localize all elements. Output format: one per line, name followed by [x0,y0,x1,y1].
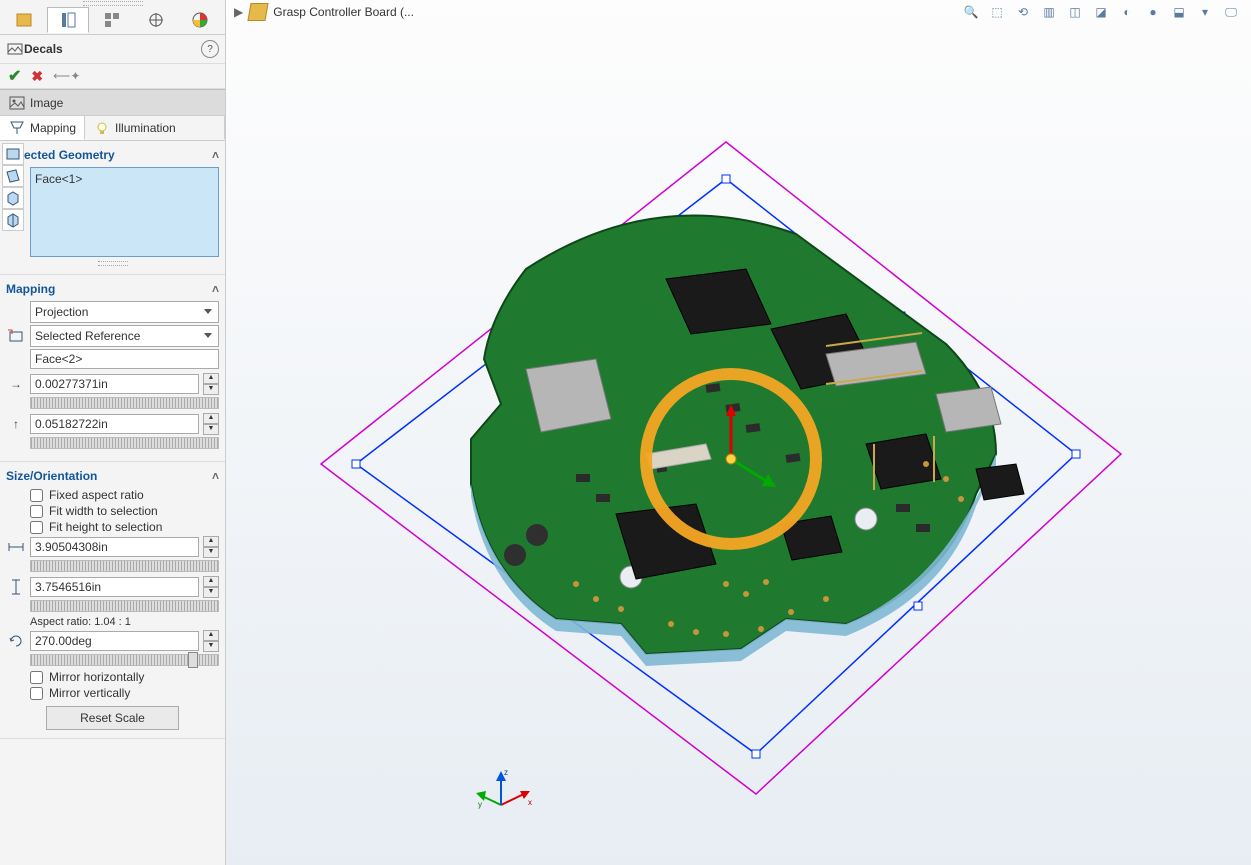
mirror-v-checkbox[interactable] [30,687,43,700]
breadcrumb-expand-icon[interactable]: ▶ [234,5,243,19]
filter-face-icon[interactable] [2,143,24,165]
display-style-icon[interactable]: ◪ [1091,2,1111,22]
y-offset-slider[interactable] [30,437,219,449]
filter-body-icon[interactable] [2,187,24,209]
zoom-to-fit-icon[interactable]: 🔍 [961,2,981,22]
y-offset-input[interactable]: 0.05182722in [30,414,199,434]
breadcrumb-part-name[interactable]: Grasp Controller Board (... [273,5,414,19]
mapping-subtab[interactable]: Mapping [0,116,85,140]
width-slider[interactable] [30,560,219,572]
configuration-manager-tab[interactable] [91,7,133,33]
mapping-title: Mapping [6,282,55,296]
reset-scale-button[interactable]: Reset Scale [46,706,179,730]
confirm-row: ✔ ✖ ⟵✦ [0,64,225,89]
height-icon [6,578,26,596]
x-offset-input[interactable]: 0.00277371in [30,374,199,394]
reference-dropdown[interactable]: Selected Reference [30,325,219,347]
display-manager-tab[interactable] [179,7,221,33]
fit-width-checkbox[interactable] [30,505,43,518]
property-manager-sidebar: Decals ? ✔ ✖ ⟵✦ Image Mapping Illuminati… [0,0,226,865]
decals-icon [6,40,24,58]
panel-header: Decals ? [0,35,225,64]
svg-text:y: y [478,800,482,809]
image-icon [8,94,26,112]
height-spinner[interactable]: ▲▼ [203,576,219,598]
image-tab-label: Image [30,96,63,110]
y-offset-spinner[interactable]: ▲▼ [203,413,219,435]
height-input[interactable]: 3.7546516in [30,577,199,597]
dimxpert-manager-tab[interactable] [135,7,177,33]
arrow-up-icon: ↑ [6,417,26,431]
fixed-aspect-label: Fixed aspect ratio [49,488,144,502]
aspect-ratio-text: Aspect ratio: 1.04 : 1 [30,616,219,628]
fixed-aspect-checkbox[interactable] [30,489,43,502]
collapse-icon[interactable]: ˄ [212,148,219,162]
model-canvas[interactable] [226,24,1251,865]
x-offset-slider[interactable] [30,397,219,409]
illumination-subtab-label: Illumination [115,121,176,135]
mapping-type-value: Projection [35,305,88,319]
size-title: Size/Orientation [6,469,97,483]
rotation-slider[interactable] [30,654,219,666]
fit-width-label: Fit width to selection [49,504,158,518]
svg-text:x: x [528,798,532,807]
reference-icon [6,327,26,345]
height-slider[interactable] [30,600,219,612]
filter-surface-icon[interactable] [2,165,24,187]
rotation-input[interactable]: 270.00deg [30,631,199,651]
arrow-right-icon: → [6,377,26,391]
width-input[interactable]: 3.90504308in [30,537,199,557]
rotation-icon [6,632,26,650]
panel-title: Decals [24,42,201,56]
heads-up-view-toolbar: 🔍 ⬚ ⟲ ▥ ◫ ◪ ◐ ● ⬓ ▾ 🖵 [961,2,1241,22]
filter-component-icon[interactable] [2,209,24,231]
graphics-viewport[interactable]: ▶ Grasp Controller Board (... 🔍 ⬚ ⟲ ▥ ◫ … [226,0,1251,865]
mapping-subtab-label: Mapping [30,121,76,135]
svg-text:z: z [504,768,508,777]
rotation-spinner[interactable]: ▲▼ [203,630,219,652]
selection-item[interactable]: Face<1> [35,172,214,186]
previous-view-icon[interactable]: ⟲ [1013,2,1033,22]
section-view-icon[interactable]: ▥ [1039,2,1059,22]
mapping-type-dropdown[interactable]: Projection [30,301,219,323]
ok-button[interactable]: ✔ [8,66,21,86]
illumination-icon [93,119,111,137]
collapse-icon[interactable]: ˄ [212,469,219,483]
width-spinner[interactable]: ▲▼ [203,536,219,558]
screen-icon[interactable]: 🖵 [1221,2,1241,22]
pin-button[interactable]: ⟵✦ [53,69,80,83]
edit-appearance-icon[interactable]: ● [1143,2,1163,22]
fit-height-checkbox[interactable] [30,521,43,534]
cancel-button[interactable]: ✖ [31,68,43,85]
zoom-area-icon[interactable]: ⬚ [987,2,1007,22]
collapse-icon[interactable]: ˄ [212,282,219,296]
mirror-h-checkbox[interactable] [30,671,43,684]
reference-value: Face<2> [35,352,82,366]
orientation-triad[interactable]: x y z [476,765,536,825]
selected-geometry-section: Selected Geometry˄ Face<1> [0,141,225,275]
mirror-h-label: Mirror horizontally [49,670,144,684]
image-tab[interactable]: Image [0,89,225,115]
reference-value-field[interactable]: Face<2> [30,349,219,369]
view-orientation-icon[interactable]: ◫ [1065,2,1085,22]
mapping-section: Mapping ˄ Projection Selected Reference F… [0,275,225,462]
reference-label: Selected Reference [35,329,140,343]
mirror-v-label: Mirror vertically [49,686,130,700]
size-orientation-section: Size/Orientation ˄ Fixed aspect ratio Fit… [0,462,225,739]
pcb-model[interactable] [471,215,1024,666]
selection-listbox[interactable]: Face<1> [30,167,219,257]
width-icon [6,538,26,556]
property-manager-tab[interactable] [47,7,89,33]
mapping-icon [8,119,26,137]
apply-scene-icon[interactable]: ⬓ [1169,2,1189,22]
manager-tab-strip [0,6,225,35]
view-settings-icon[interactable]: ▾ [1195,2,1215,22]
part-icon [248,3,269,21]
help-button[interactable]: ? [201,40,219,58]
x-offset-spinner[interactable]: ▲▼ [203,373,219,395]
hide-show-icon[interactable]: ◐ [1117,2,1137,22]
feature-manager-tab[interactable] [3,7,45,33]
fit-height-label: Fit height to selection [49,520,162,534]
illumination-subtab[interactable]: Illumination [85,116,225,139]
